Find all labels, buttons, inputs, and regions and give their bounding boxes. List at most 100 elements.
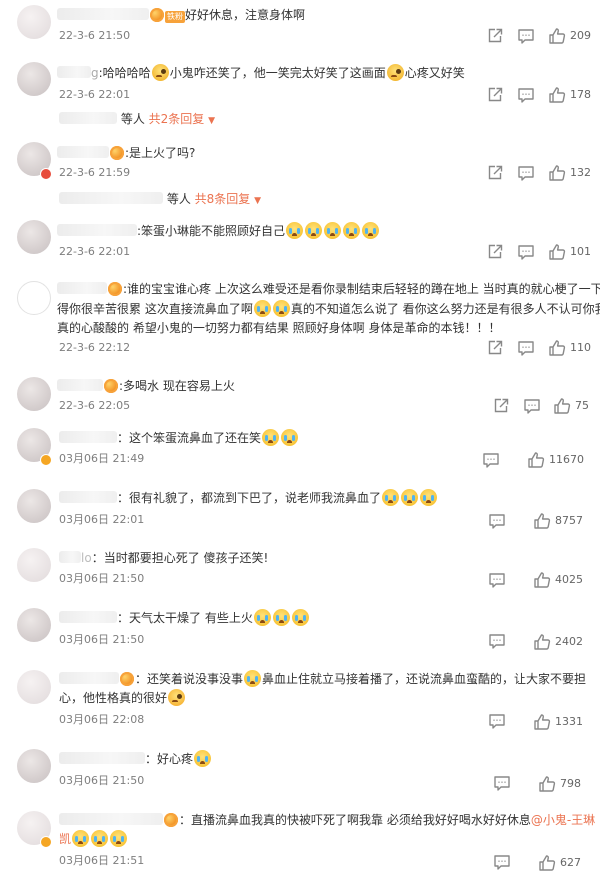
mention-link[interactable]: 凯 [59,832,71,846]
share-icon [486,339,504,357]
comment-icon [488,712,506,730]
avatar[interactable] [17,281,51,315]
comment-body: :是上火了吗? [57,143,195,163]
like-button[interactable]: 2402 [533,633,597,651]
reply-button[interactable] [517,164,535,182]
comment-icon [517,86,535,104]
reply-button[interactable] [488,571,506,589]
thumbs-up-icon [548,243,566,261]
avatar[interactable] [17,608,51,642]
reply-button[interactable] [482,451,500,469]
avatar[interactable] [17,62,51,96]
username[interactable] [57,146,109,158]
crying-emoji-icon [253,609,271,626]
reply-button[interactable] [488,632,506,650]
like-button[interactable]: 110 [548,339,598,357]
username[interactable] [57,66,91,78]
reply-button[interactable] [523,397,541,415]
like-button[interactable]: 11670 [527,451,597,469]
thumbs-up-icon [533,571,551,589]
like-button[interactable]: 75 [553,397,598,415]
like-count: 11670 [549,453,584,466]
like-button[interactable]: 209 [548,27,598,45]
crying-emoji-icon [272,609,290,626]
verified-badge-icon [40,168,52,180]
like-button[interactable]: 627 [538,854,598,872]
reply-button[interactable] [517,27,535,45]
comment-icon [482,451,500,469]
avatar[interactable] [17,749,51,783]
more-replies-link[interactable]: 共8条回复 [195,192,251,206]
reply-button[interactable] [493,853,511,871]
thumbs-up-icon [533,713,551,731]
crying-emoji-icon [420,489,438,506]
like-button[interactable]: 798 [538,775,598,793]
avatar[interactable] [17,670,51,704]
crying-emoji-icon [401,489,419,506]
reply-summary[interactable]: 等人 共8条回复 ▼ [59,190,261,210]
thumbs-up-icon [527,451,545,469]
comment-text: 心疼又好笑 [404,66,465,80]
username[interactable] [59,752,145,764]
share-button[interactable] [492,397,510,415]
vip-badge-icon [110,146,124,160]
share-button[interactable] [486,339,504,357]
comment-body: g:哈哈哈哈 小鬼咋还笑了，他一笑完太好笑了这画面 心疼又好笑 [57,63,465,83]
avatar[interactable] [17,5,51,39]
comment-body: :多喝水 现在容易上火 [57,376,235,396]
comment-time: 03月06日 21:50 [59,572,145,585]
comment-time: 03月06日 21:49 [59,452,145,465]
crying-emoji-icon [272,300,290,317]
username[interactable] [59,813,163,825]
comment-text: 小鬼咋还笑了，他一笑完太好笑了这画面 [169,66,386,80]
username[interactable] [57,8,149,20]
username[interactable] [59,431,117,443]
avatar[interactable] [17,220,51,254]
username[interactable] [59,611,117,623]
reply-button[interactable] [517,339,535,357]
sad-emoji-icon [168,689,186,706]
like-button[interactable]: 101 [548,243,598,261]
comment-text: 好好休息，注意身体啊 [185,8,306,22]
crying-emoji-icon [110,830,128,847]
like-count: 132 [570,166,591,179]
comment-text: 笨蛋小琳能不能照顾好自己 [141,224,286,238]
reply-button[interactable] [488,712,506,730]
like-button[interactable]: 8757 [533,512,597,530]
more-replies-link[interactable]: 共2条回复 [149,112,205,126]
comment-icon [488,571,506,589]
crying-emoji-icon [324,222,342,239]
username[interactable] [59,491,117,503]
comment-text: 多喝水 现在容易上火 [123,379,235,393]
crying-emoji-icon [291,609,309,626]
crying-emoji-icon [382,489,400,506]
username[interactable] [59,551,81,563]
reply-button[interactable] [517,86,535,104]
share-button[interactable] [486,164,504,182]
reply-summary[interactable]: 等人 共2条回复 ▼ [59,110,215,130]
reply-button[interactable] [493,774,511,792]
thumbs-up-icon [553,397,571,415]
avatar[interactable] [17,377,51,411]
comment-icon [488,632,506,650]
like-button[interactable]: 1331 [533,713,597,731]
like-button[interactable]: 4025 [533,571,597,589]
username[interactable] [57,224,137,236]
like-count: 110 [570,341,591,354]
share-button[interactable] [486,27,504,45]
reply-button[interactable] [488,512,506,530]
avatar[interactable] [17,489,51,523]
username[interactable] [59,672,119,684]
comment-body: 心，他性格真的很好 [59,688,186,708]
share-button[interactable] [486,243,504,261]
avatar[interactable] [17,548,51,582]
username[interactable] [57,282,107,294]
mention-link[interactable]: @小鬼-王琳 [531,813,595,827]
comment-text: 真的心酸酸的 希望小鬼的一切努力都有结果 照顾好身体啊 身体是革命的本钱！！！ [57,321,501,335]
reply-button[interactable] [517,243,535,261]
comment-icon [523,397,541,415]
like-button[interactable]: 132 [548,164,598,182]
username[interactable] [57,379,103,391]
like-button[interactable]: 178 [548,86,598,104]
share-button[interactable] [486,86,504,104]
